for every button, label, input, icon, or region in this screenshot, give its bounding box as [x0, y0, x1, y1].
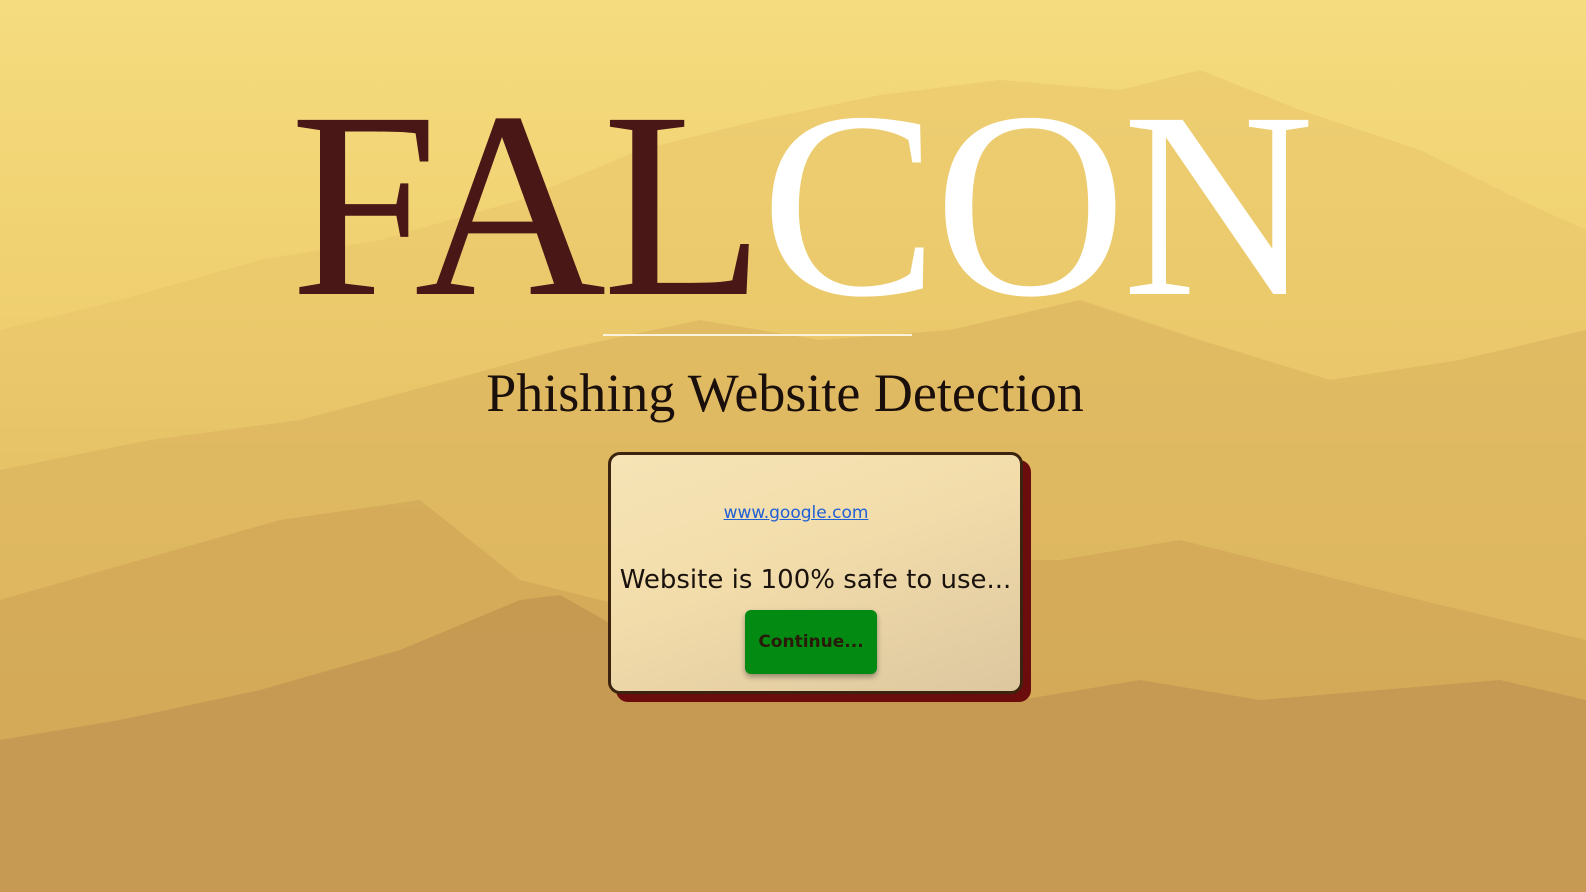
title-divider: [603, 334, 912, 336]
continue-button[interactable]: Continue...: [745, 610, 877, 674]
checked-url-link[interactable]: www.google.com: [611, 503, 981, 523]
logo-part-dark: FAL: [290, 57, 765, 352]
safety-message: Website is 100% safe to use...: [619, 565, 1012, 595]
falcon-logo: FALCON: [290, 72, 1314, 338]
logo-part-light: CON: [760, 57, 1315, 352]
page-subtitle: Phishing Website Detection: [486, 363, 1084, 423]
result-card: www.google.com Website is 100% safe to u…: [608, 452, 1023, 694]
